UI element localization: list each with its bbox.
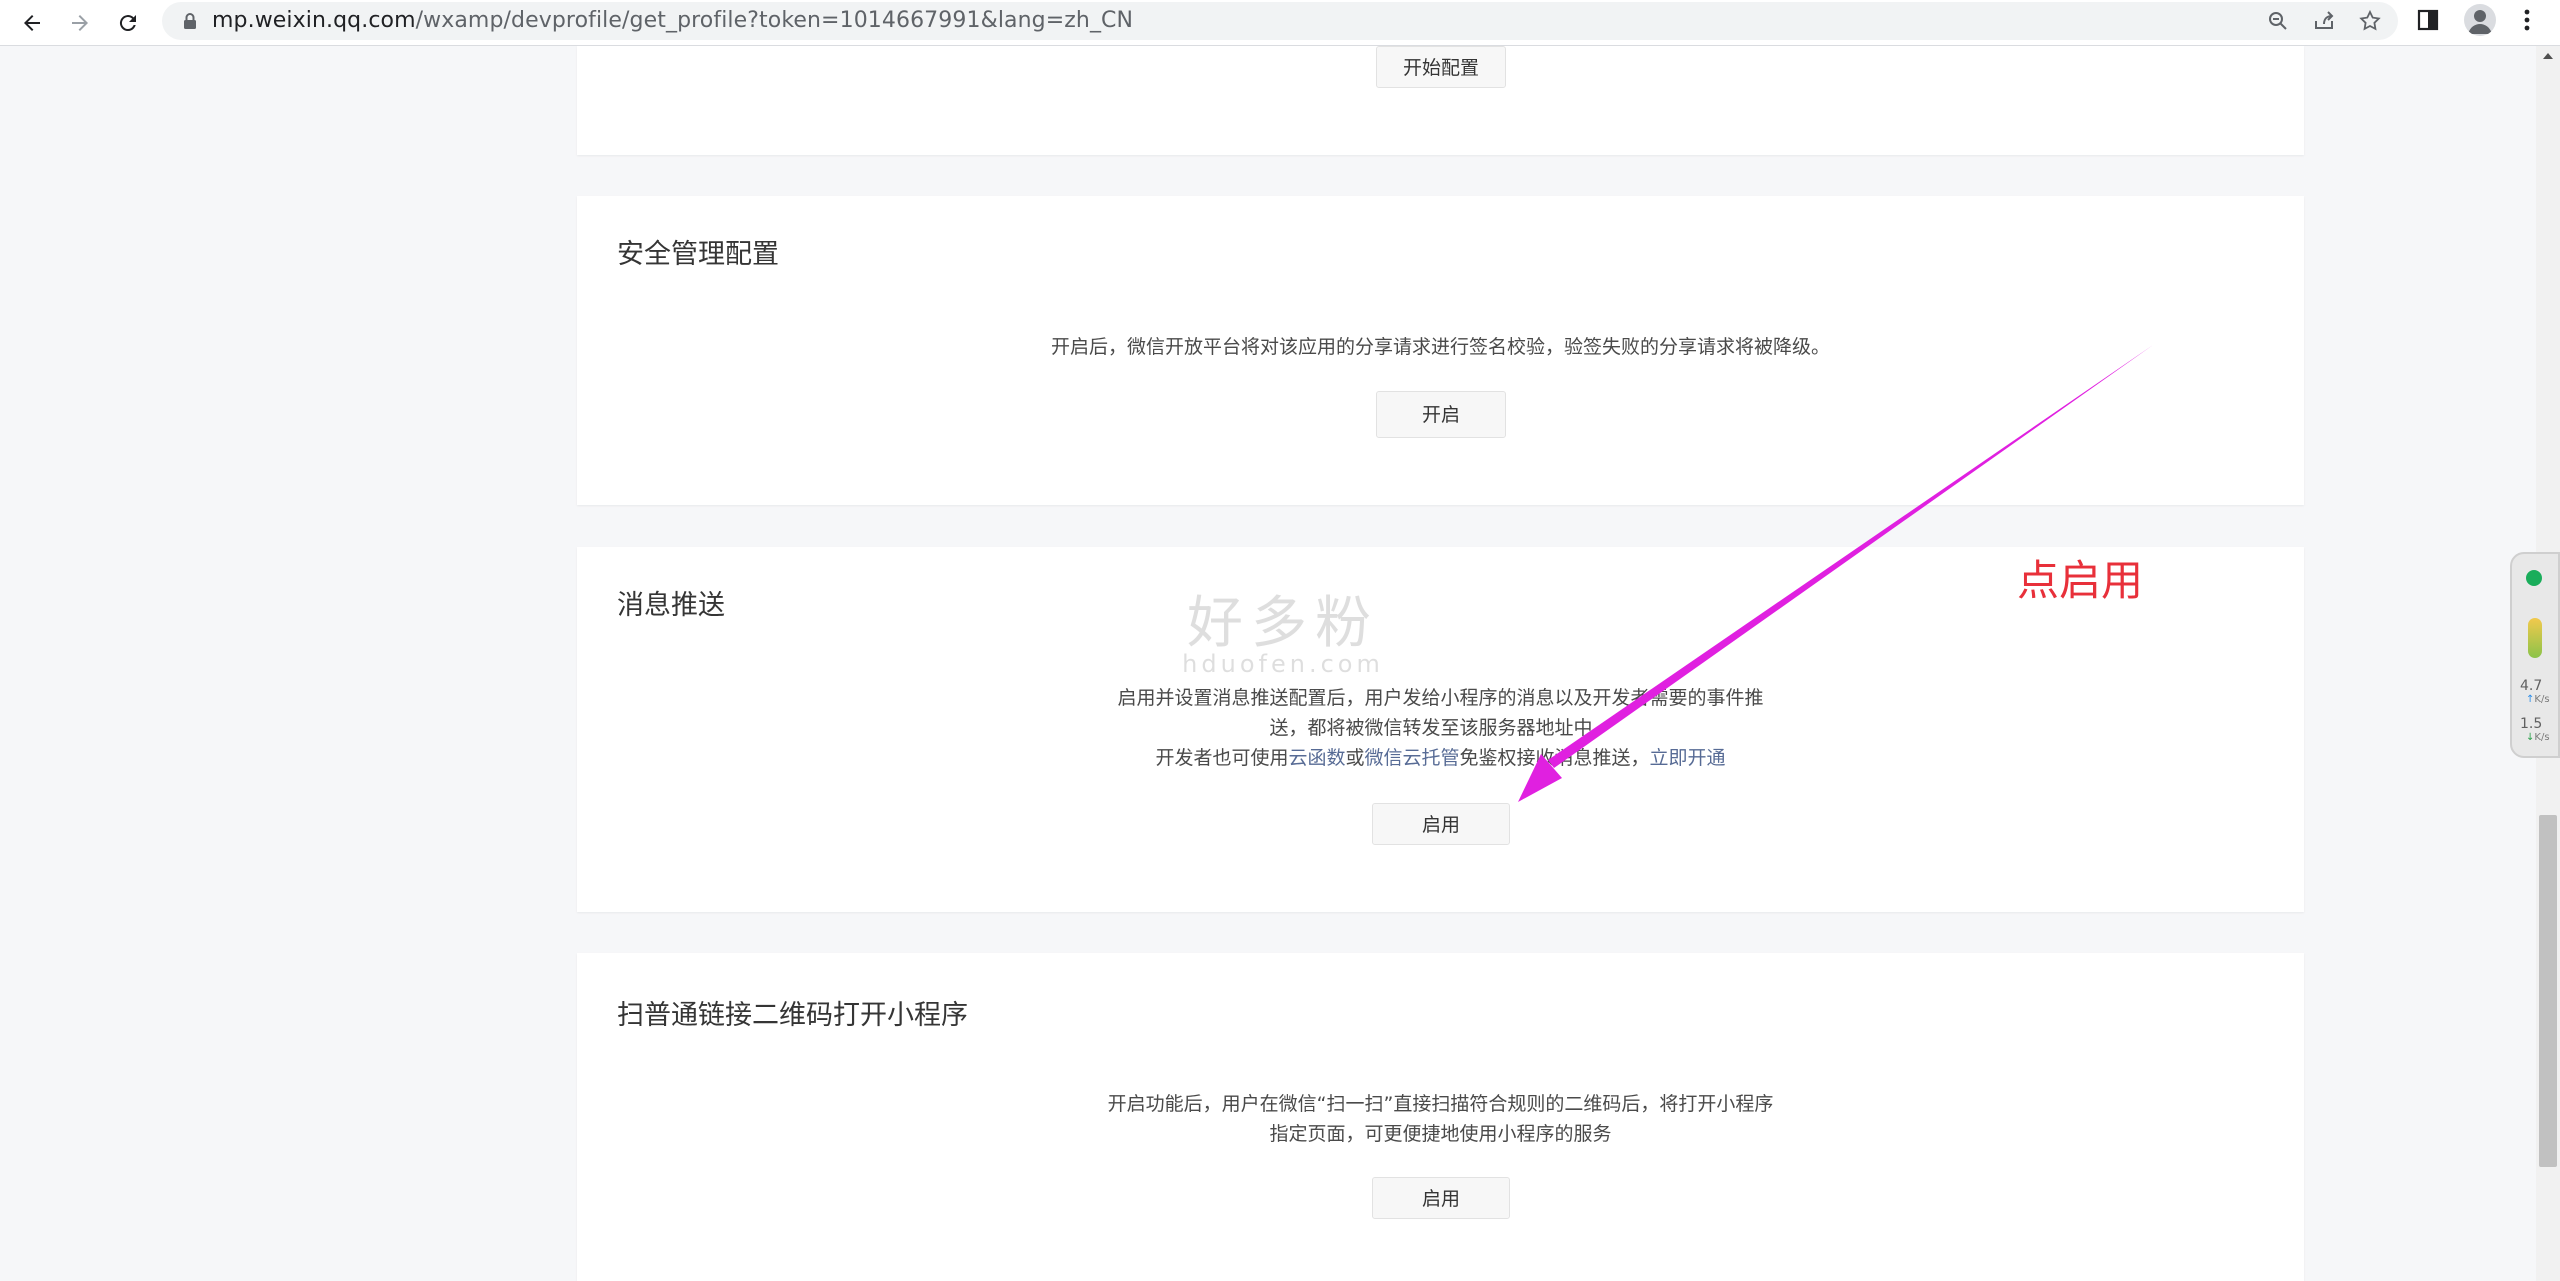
page-scrollbar-thumb[interactable] — [2539, 815, 2557, 1167]
download-speed-unit: ↓K/s — [2526, 732, 2550, 743]
card-qrcode-open-miniprogram: 扫普通链接二维码打开小程序 开启功能后，用户在微信“扫一扫”直接扫描符合规则的二… — [577, 953, 2304, 1281]
security-enable-button[interactable]: 开启 — [1376, 391, 1506, 438]
reload-icon — [119, 15, 136, 32]
download-speed-value: 1.5 — [2520, 716, 2543, 732]
desc-line3-or: 或 — [1345, 747, 1365, 769]
forward-arrow-icon — [72, 15, 88, 31]
back-arrow-icon — [24, 15, 40, 31]
zoom-icon[interactable] — [2266, 9, 2290, 33]
security-desc-text: 开启后，微信开放平台将对该应用的分享请求进行签名校验，验签失败的分享请求将被降级… — [1050, 336, 1830, 358]
qrcode-title: 扫普通链接二维码打开小程序 — [617, 1000, 968, 1031]
message-push-desc-line2: 送，都将被微信转发至该服务器地址中。 — [1269, 717, 1612, 739]
status-dot-icon — [2526, 570, 2542, 586]
security-config-description: 开启后，微信开放平台将对该应用的分享请求进行签名校验，验签失败的分享请求将被降级… — [577, 332, 2304, 362]
person-icon — [2468, 10, 2492, 34]
url-path: /wxamp/devprofile/get_profile?token=1014… — [415, 8, 1134, 33]
profile-avatar[interactable] — [2464, 4, 2496, 36]
message-push-description: 启用并设置消息推送配置后，用户发给小程序的消息以及开发者需要的事件推 送，都将被… — [577, 683, 2304, 773]
cloud-hosting-link[interactable]: 微信云托管 — [1365, 747, 1460, 769]
annotation-label: 点启用 — [2017, 556, 2144, 605]
browser-toolbar: mp.weixin.qq.com/wxamp/devprofile/get_pr… — [0, 0, 2560, 46]
upload-unit-text: K/s — [2534, 694, 2550, 705]
desc-line3-prefix: 开发者也可使用 — [1155, 747, 1289, 769]
watermark-en: hduofen.com — [1182, 650, 1384, 678]
security-config-title: 安全管理配置 — [617, 239, 779, 270]
lock-icon — [184, 13, 196, 29]
card-top-partial: 开始配置 — [577, 46, 2304, 155]
back-button[interactable] — [14, 5, 50, 41]
url-host: mp.weixin.qq.com — [212, 8, 416, 33]
reload-button[interactable] — [110, 5, 146, 41]
desc-line3-suffix: 免鉴权接收消息推送， — [1459, 747, 1650, 769]
forward-button[interactable] — [62, 5, 98, 41]
cloud-function-link[interactable]: 云函数 — [1288, 747, 1345, 769]
scroll-up-arrow-icon[interactable] — [2540, 50, 2556, 64]
message-push-desc-line3: 开发者也可使用云函数或微信云托管免鉴权接收消息推送，立即开通 — [577, 743, 2304, 773]
bookmark-star-icon[interactable] — [2358, 9, 2382, 33]
network-speed-widget[interactable]: 4.7 ↑K/s 1.5 ↓K/s — [2510, 552, 2560, 758]
watermark-cn: 好多粉 — [1187, 591, 1379, 656]
qrcode-desc-line2: 指定页面，可更便捷地使用小程序的服务 — [1269, 1123, 1612, 1145]
qrcode-desc-line1: 开启功能后，用户在微信“扫一扫”直接扫描符合规则的二维码后，将打开小程序 — [1107, 1093, 1774, 1115]
message-push-title: 消息推送 — [617, 590, 725, 621]
share-icon[interactable] — [2312, 9, 2336, 33]
download-unit-text: K/s — [2534, 732, 2550, 743]
message-push-enable-button[interactable]: 启用 — [1372, 803, 1510, 845]
card-security-config: 安全管理配置 开启后，微信开放平台将对该应用的分享请求进行签名校验，验签失败的分… — [577, 196, 2304, 505]
watermark: 好多粉 hduofen.com — [1168, 592, 1398, 692]
start-config-button[interactable]: 开始配置 — [1376, 46, 1506, 88]
url-text[interactable]: mp.weixin.qq.com/wxamp/devprofile/get_pr… — [212, 7, 1133, 35]
upload-speed-unit: ↑K/s — [2526, 694, 2550, 705]
qrcode-enable-button[interactable]: 启用 — [1372, 1177, 1510, 1219]
upload-speed-value: 4.7 — [2520, 678, 2543, 694]
speed-meter-icon — [2528, 618, 2542, 658]
address-bar[interactable]: mp.weixin.qq.com/wxamp/devprofile/get_pr… — [162, 2, 2398, 40]
qrcode-description: 开启功能后，用户在微信“扫一扫”直接扫描符合规则的二维码后，将打开小程序 指定页… — [577, 1089, 2304, 1149]
side-panel-icon[interactable] — [2415, 7, 2441, 33]
message-push-desc-line1: 启用并设置消息推送配置后，用户发给小程序的消息以及开发者需要的事件推 — [1117, 687, 1764, 709]
more-menu-icon[interactable] — [2514, 7, 2540, 33]
enable-now-link[interactable]: 立即开通 — [1650, 747, 1726, 769]
